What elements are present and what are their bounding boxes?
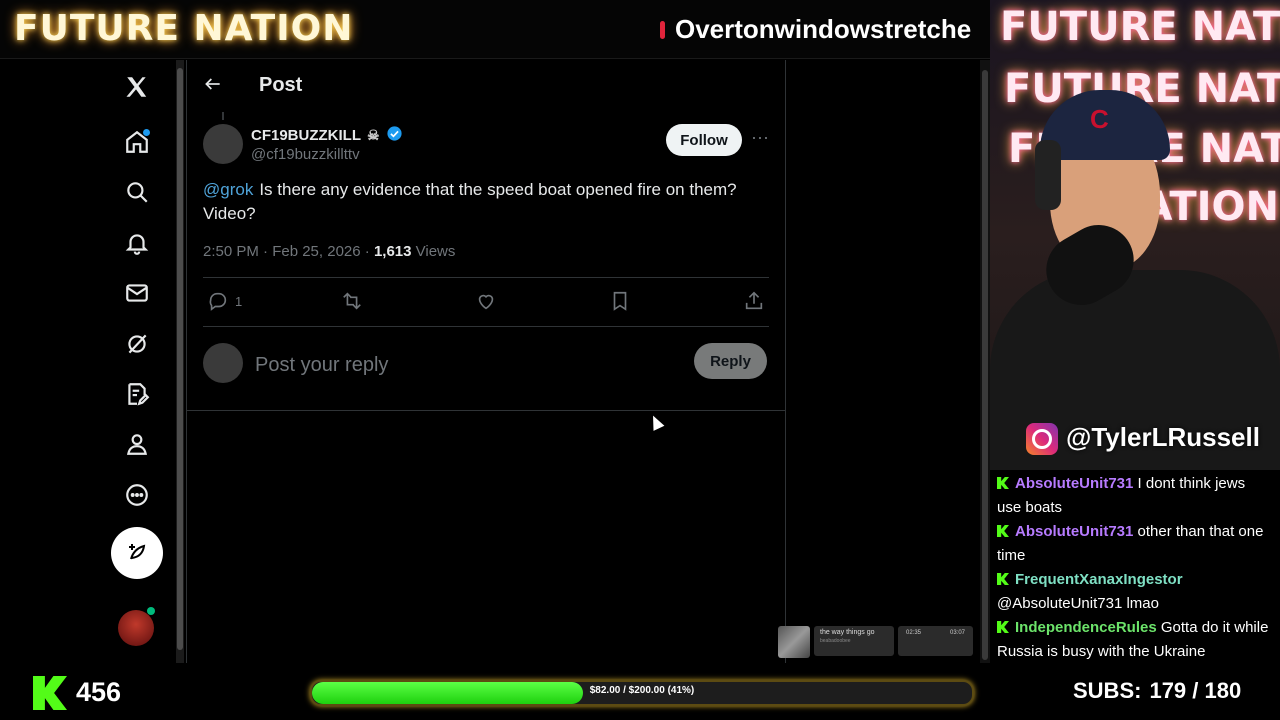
instagram-icon xyxy=(1026,423,1058,455)
music-elapsed: 02:35 xyxy=(906,630,922,636)
account-avatar[interactable] xyxy=(118,610,154,646)
post-body: Is there any evidence that the speed boa… xyxy=(203,180,737,223)
post-column: Post CF19BUZZKILL ☠ @cf19buzzkillttv Fol… xyxy=(186,60,786,663)
music-total: 03:07 xyxy=(949,630,965,636)
share-action[interactable] xyxy=(743,290,765,312)
bookmark-action[interactable] xyxy=(609,290,631,312)
author-avatar[interactable] xyxy=(203,124,243,164)
post-action-bar: 1 xyxy=(203,278,769,326)
follow-button[interactable]: Follow xyxy=(666,124,742,156)
verified-badge-icon xyxy=(386,125,403,146)
edit-list-icon[interactable] xyxy=(121,378,153,410)
music-widget: the way things go beabadoobee 02:35 03:0… xyxy=(778,626,976,658)
repost-icon xyxy=(343,292,361,310)
heart-icon xyxy=(478,294,494,310)
music-info: the way things go beabadoobee xyxy=(814,626,894,656)
stream-bottom-bar: 456 $82.00 / $200.00 (41%) SUBS: 179 / 1… xyxy=(0,665,1280,720)
home-icon[interactable] xyxy=(121,126,153,158)
views-count: 1,613 xyxy=(373,243,412,260)
chat-username[interactable]: AbsoluteUnit731 xyxy=(1015,523,1133,540)
chat-message: AbsoluteUnit731 other than that one time xyxy=(997,520,1272,568)
page-title: Post xyxy=(259,74,303,96)
compose-post-button[interactable] xyxy=(111,527,163,579)
ticker: Overtonwindowstretche xyxy=(660,14,971,45)
music-artist: beabadoobee xyxy=(820,638,851,644)
kick-logo-icon xyxy=(33,676,67,710)
post-more-icon[interactable]: ··· xyxy=(749,128,771,150)
music-progress: 02:35 03:07 xyxy=(898,626,973,656)
mention-link[interactable]: @grok xyxy=(203,180,253,199)
post-text: @grok Is there any evidence that the spee… xyxy=(203,178,768,226)
back-arrow-icon[interactable] xyxy=(203,74,227,98)
viewer-count: 456 xyxy=(76,677,122,707)
left-scrollbar[interactable] xyxy=(176,60,184,663)
mail-icon[interactable] xyxy=(121,277,153,309)
account-status-dot xyxy=(147,607,155,615)
grok-icon[interactable] xyxy=(121,328,153,360)
ticker-text: Overtonwindowstretche xyxy=(675,14,972,44)
kick-badge-icon xyxy=(997,525,1009,537)
neon-sign: FUTURE NATION xyxy=(1000,4,1280,50)
chat-username[interactable]: AbsoluteUnit731 xyxy=(1015,475,1133,492)
stream-chat: AbsoluteUnit731 I dont think jews use bo… xyxy=(990,470,1280,665)
author-name-row[interactable]: CF19BUZZKILL ☠ xyxy=(251,125,403,146)
feather-plus-icon xyxy=(129,544,146,560)
author-handle[interactable]: @cf19buzzkillttv xyxy=(251,146,360,163)
x-logo-icon[interactable] xyxy=(121,71,153,103)
right-scrollbar[interactable] xyxy=(980,60,990,663)
album-art xyxy=(778,626,810,658)
divider xyxy=(187,410,785,411)
chat-username[interactable]: IndependenceRules xyxy=(1015,619,1157,636)
reply-count: 1 xyxy=(235,293,243,309)
post-header: Post xyxy=(187,60,785,112)
stream-logo: FUTURE NATION xyxy=(14,8,354,49)
reply-input[interactable] xyxy=(253,350,657,380)
headphones xyxy=(1035,140,1061,210)
thread-line xyxy=(222,112,224,120)
chat-message: AbsoluteUnit731 I dont think jews use bo… xyxy=(997,472,1272,520)
instagram-handle: @TylerLRussell xyxy=(1066,422,1260,452)
search-icon[interactable] xyxy=(121,176,153,208)
chat-text: @AbsoluteUnit731 lmao xyxy=(997,595,1159,612)
left-scrollbar-thumb[interactable] xyxy=(177,68,183,650)
post-meta: 2:50 PM · Feb 25, 2026 · 1,613 Views xyxy=(203,243,455,260)
kick-badge-icon xyxy=(997,477,1009,489)
cap-logo: C xyxy=(1090,104,1109,134)
kick-badge-icon xyxy=(997,573,1009,585)
divider xyxy=(203,326,769,327)
views-label: Views xyxy=(411,243,456,260)
donation-goal-bar: $82.00 / $200.00 (41%) xyxy=(310,680,974,706)
chat-message: IndependenceRules Gotta do it while Russ… xyxy=(997,616,1272,664)
reply-button[interactable]: Reply xyxy=(694,343,767,379)
chat-message: FrequentXanaxIngestor @AbsoluteUnit731 l… xyxy=(997,568,1272,616)
ticker-dot xyxy=(660,20,665,39)
music-title: the way things go xyxy=(820,629,875,636)
like-action[interactable] xyxy=(475,290,497,312)
x-sidebar xyxy=(0,60,175,660)
subs-counter: SUBS: 179 / 180 xyxy=(1073,678,1241,704)
stream-top-banner: FUTURE NATION Overtonwindowstretche xyxy=(0,0,990,59)
chat-username[interactable]: FrequentXanaxIngestor xyxy=(1015,571,1183,588)
donation-goal-text: $82.00 / $200.00 (41%) xyxy=(589,685,695,696)
right-scrollbar-thumb[interactable] xyxy=(982,70,988,660)
repost-action[interactable] xyxy=(341,290,363,312)
author-emoji: ☠ xyxy=(367,127,380,143)
profile-icon[interactable] xyxy=(121,428,153,460)
home-notification-dot xyxy=(143,129,150,136)
reply-avatar xyxy=(203,343,243,383)
subs-value: 179 / 180 xyxy=(1149,678,1242,703)
author-name[interactable]: CF19BUZZKILL xyxy=(251,127,361,144)
reply-action[interactable]: 1 xyxy=(207,290,242,312)
webcam-feed: FUTURE NATION FUTURE NATION FUTURE NATIO… xyxy=(990,0,1280,470)
reply-icon xyxy=(209,292,227,311)
subs-label: SUBS: xyxy=(1073,678,1142,703)
share-icon xyxy=(745,291,763,310)
more-icon[interactable] xyxy=(121,479,153,511)
bell-icon[interactable] xyxy=(121,227,153,259)
bookmark-icon xyxy=(613,291,627,311)
kick-badge-icon xyxy=(997,621,1009,633)
post-timestamp[interactable]: 2:50 PM · Feb 25, 2026 · xyxy=(203,243,374,260)
